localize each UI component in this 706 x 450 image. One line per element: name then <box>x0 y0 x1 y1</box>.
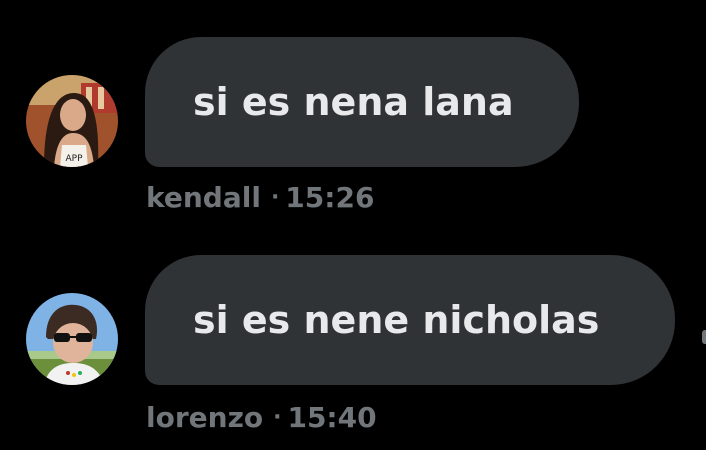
message-bubble-2[interactable]: si es nene nicholas <box>145 255 675 385</box>
svg-text:APP: APP <box>65 154 83 164</box>
message-text-2: si es nene nicholas <box>193 298 600 342</box>
meta-separator-1: · <box>270 185 280 210</box>
meta-separator-2: · <box>273 405 282 430</box>
timestamp-1: 15:26 <box>285 181 375 214</box>
message-meta-1: kendall · 15:26 <box>146 184 374 212</box>
scroll-edge-indicator <box>702 330 706 344</box>
sender-name-2[interactable]: lorenzo <box>146 401 263 434</box>
message-bubble-1[interactable]: si es nena lana <box>145 37 579 167</box>
timestamp-2: 15:40 <box>287 401 377 434</box>
kendall-avatar-icon: APP <box>26 75 118 167</box>
message-meta-2: lorenzo · 15:40 <box>146 404 377 432</box>
sender-name-1[interactable]: kendall <box>146 181 261 214</box>
lorenzo-avatar-icon <box>26 293 118 385</box>
avatar-lorenzo[interactable] <box>26 293 118 385</box>
avatar-kendall[interactable]: APP <box>26 75 118 167</box>
message-text-1: si es nena lana <box>193 80 514 124</box>
